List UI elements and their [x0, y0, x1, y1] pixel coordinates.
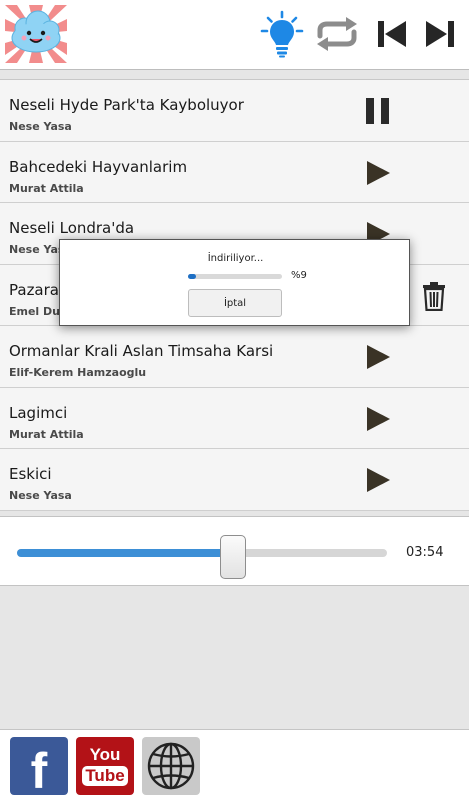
youtube-icon[interactable]: You Tube: [76, 737, 134, 795]
song-row[interactable]: Bahcedeki Hayvanlarim Murat Attila: [0, 141, 469, 203]
song-title: Neseli Londra'da: [9, 219, 135, 237]
download-percent: %9: [291, 270, 307, 281]
next-icon[interactable]: [416, 10, 464, 58]
song-row[interactable]: Neseli Hyde Park'ta Kayboluyor Nese Yasa: [0, 80, 469, 142]
dialog-title: İndiriliyor...: [207, 253, 264, 264]
cloud-logo-icon[interactable]: [5, 5, 67, 63]
seek-slider[interactable]: [17, 535, 387, 579]
cancel-button[interactable]: İptal: [188, 289, 282, 317]
footer-bar: f You Tube: [0, 729, 469, 800]
song-artist: Emel Dur: [9, 304, 66, 318]
song-title: Eskici: [9, 465, 52, 483]
song-title: Lagimci: [9, 403, 68, 422]
song-title: Bahcedeki Hayvanlarim: [9, 157, 188, 176]
trash-icon[interactable]: [420, 279, 448, 313]
play-icon[interactable]: [360, 463, 396, 497]
song-artist: Elif-Kerem Hamzaoglu: [9, 366, 147, 379]
song-row[interactable]: Lagimci Murat Attila: [0, 387, 469, 449]
play-icon[interactable]: [360, 340, 396, 374]
song-artist: Murat Attila: [9, 181, 84, 195]
song-title: Neseli Hyde Park'ta Kayboluyor: [9, 96, 244, 114]
song-artist: Nese Yasa: [9, 489, 72, 502]
top-bar: [0, 0, 469, 70]
elapsed-time: 03:54: [406, 545, 444, 560]
song-title: Pazara: [9, 280, 59, 299]
download-dialog: İndiriliyor... %9 İptal: [59, 239, 410, 326]
previous-icon[interactable]: [368, 10, 416, 58]
song-row[interactable]: Eskici Nese Yasa: [0, 449, 469, 511]
download-progress-fill: [188, 274, 197, 279]
youtube-line2: Tube: [82, 766, 128, 786]
facebook-icon[interactable]: f: [10, 737, 68, 799]
seek-slider-thumb[interactable]: [219, 535, 246, 579]
seek-slider-fill: [17, 549, 233, 557]
download-progress-bar: [188, 274, 282, 279]
song-artist: Nese Yasa: [9, 120, 72, 133]
player-bar: 03:54: [0, 516, 469, 586]
song-title: Ormanlar Krali Aslan Timsaha Karsi: [9, 342, 274, 360]
youtube-line1: You: [89, 745, 121, 764]
lightbulb-icon[interactable]: [258, 10, 306, 58]
play-icon[interactable]: [360, 156, 396, 190]
repeat-icon[interactable]: [313, 10, 361, 58]
song-artist: Murat Attila: [9, 427, 84, 441]
facebook-glyph: f: [30, 743, 48, 799]
song-row[interactable]: Ormanlar Krali Aslan Timsaha Karsi Elif-…: [0, 326, 469, 388]
globe-icon[interactable]: [142, 737, 200, 795]
play-icon[interactable]: [360, 402, 396, 436]
pause-icon[interactable]: [360, 94, 396, 128]
